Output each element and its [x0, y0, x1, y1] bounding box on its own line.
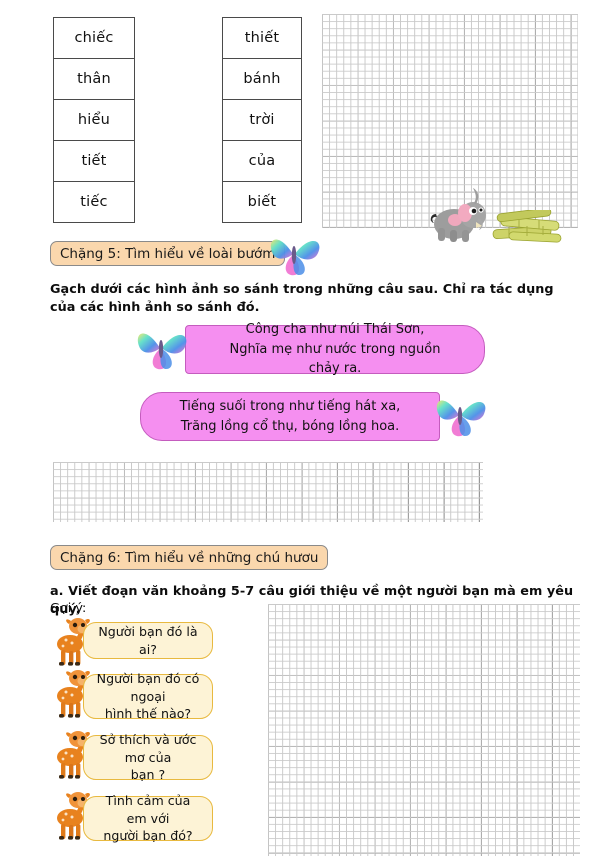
worksheet-page: chiếc thân hiểu tiết tiếc thiết bánh trờ…	[0, 0, 589, 864]
sugarcane-icon	[492, 210, 562, 243]
word-table-right: thiết bánh trời của biết	[222, 17, 302, 223]
question-1-line-1: Người bạn đó là ai?	[98, 623, 198, 657]
word-cell: thân	[54, 59, 134, 100]
question-4-line-2: người bạn đó?	[103, 828, 193, 844]
elephant-icon	[430, 188, 486, 242]
poem-1-line-2: Nghĩa mẹ như nước trong nguồn chảy ra.	[229, 341, 441, 377]
poem-1-line-1: Công cha như núi Thái Sơn,	[245, 322, 425, 338]
question-3-line-2: bạn ?	[130, 767, 166, 783]
stage-5-label: Chặng 5: Tìm hiểu về loài bướm	[60, 245, 276, 262]
poem-box-2: Tiếng suối trong như tiếng hát xa, Trăng…	[140, 392, 440, 441]
stage-6-label: Chặng 6: Tìm hiểu về những chú hươu	[60, 549, 319, 566]
word-cell: chiếc	[54, 18, 134, 59]
instruction-text-1: Gạch dưới các hình ảnh so sánh trong nhữ…	[50, 282, 554, 297]
poem-2-line-2: Trăng lồng cổ thụ, bóng lồng hoa.	[180, 418, 400, 434]
word-cell: thiết	[223, 18, 301, 59]
question-box-3: Sở thích và ước mơ của bạn ?	[83, 732, 213, 782]
question-2-line-1: Người bạn đó có ngoại	[96, 670, 200, 704]
butterfly-icon	[270, 239, 320, 276]
instruction-text-2: của các hình ảnh so sánh đó.	[50, 300, 260, 315]
question-box-4: Tình cảm của em với người bạn đó?	[83, 793, 213, 843]
word-cell: trời	[223, 100, 301, 141]
question-box-2: Người bạn đó có ngoại hình thế nào?	[83, 671, 213, 721]
question-4-line-1: Tình cảm của em với	[105, 792, 191, 826]
butterfly-icon	[436, 400, 486, 437]
question-2-line-2: hình thế nào?	[104, 706, 192, 722]
poem-2-line-1: Tiếng suối trong như tiếng hát xa,	[179, 399, 401, 414]
poem-box-1: Công cha như núi Thái Sơn, Nghĩa mẹ như …	[185, 322, 485, 376]
word-cell: tiếc	[54, 182, 134, 223]
hint-label-text: Gợi ý:	[50, 601, 87, 616]
question-3-line-1: Sở thích và ước mơ của	[99, 731, 197, 765]
question-box-1: Người bạn đó là ai?	[83, 622, 213, 659]
grid-paper-writing-area	[268, 604, 580, 856]
butterfly-icon	[137, 333, 187, 370]
grid-paper-middle	[53, 462, 483, 522]
word-cell: của	[223, 141, 301, 182]
stage-6-badge: Chặng 6: Tìm hiểu về những chú hươu	[50, 545, 329, 570]
word-cell: biết	[223, 182, 301, 223]
word-cell: hiểu	[54, 100, 134, 141]
word-table-left: chiếc thân hiểu tiết tiếc	[53, 17, 135, 223]
word-cell: bánh	[223, 59, 301, 100]
stage-5-badge: Chặng 5: Tìm hiểu về loài bướm	[50, 241, 286, 266]
word-cell: tiết	[54, 141, 134, 182]
stage-5-instruction-line1: Gạch dưới các hình ảnh so sánh trong nhữ…	[50, 281, 554, 299]
stage-5-instruction-line2: của các hình ảnh so sánh đó.	[50, 299, 260, 317]
